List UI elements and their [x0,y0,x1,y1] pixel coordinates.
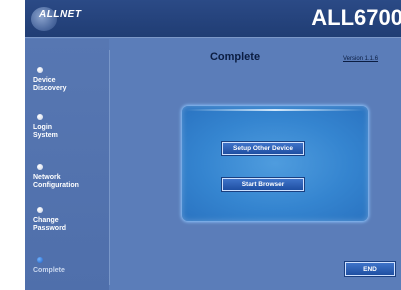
brand-name: ALLNET [39,9,82,20]
model-name: ALL6700 [311,5,401,30]
sidebar-item-network-configuration[interactable]: Network Configuration [33,164,107,190]
sidebar-divider [109,50,110,285]
brand-logo: ALLNET [29,5,99,33]
page-title: Complete [209,51,261,63]
bullet-icon [37,207,43,213]
version-link[interactable]: Version 1.1.6 [343,56,378,62]
bullet-icon [37,114,43,120]
header-bar: ALLNET ALL6700 [25,0,401,38]
sidebar: Device Discovery Login System Network Co… [25,39,109,290]
active-bullet-icon [37,257,43,263]
sidebar-item-complete[interactable]: Complete [33,257,107,275]
sidebar-item-device-discovery[interactable]: Device Discovery [33,67,107,93]
end-button[interactable]: END [345,262,395,276]
sidebar-item-change-password[interactable]: Change Password [33,207,107,233]
bullet-icon [37,67,43,73]
action-panel: Setup Other Device Start Browser [182,106,368,221]
sidebar-item-login-system[interactable]: Login System [33,114,107,140]
bullet-icon [37,164,43,170]
start-browser-button[interactable]: Start Browser [222,178,304,191]
sidebar-item-label: Network Configuration [33,174,79,189]
sidebar-item-label: Complete [33,267,65,274]
wizard-window: ALLNET ALL6700 Device Discovery Login Sy… [25,0,401,290]
sidebar-item-label: Login System [33,124,58,139]
setup-other-device-button[interactable]: Setup Other Device [222,142,304,155]
sidebar-item-label: Device Discovery [33,77,67,92]
sidebar-item-label: Change Password [33,217,67,232]
